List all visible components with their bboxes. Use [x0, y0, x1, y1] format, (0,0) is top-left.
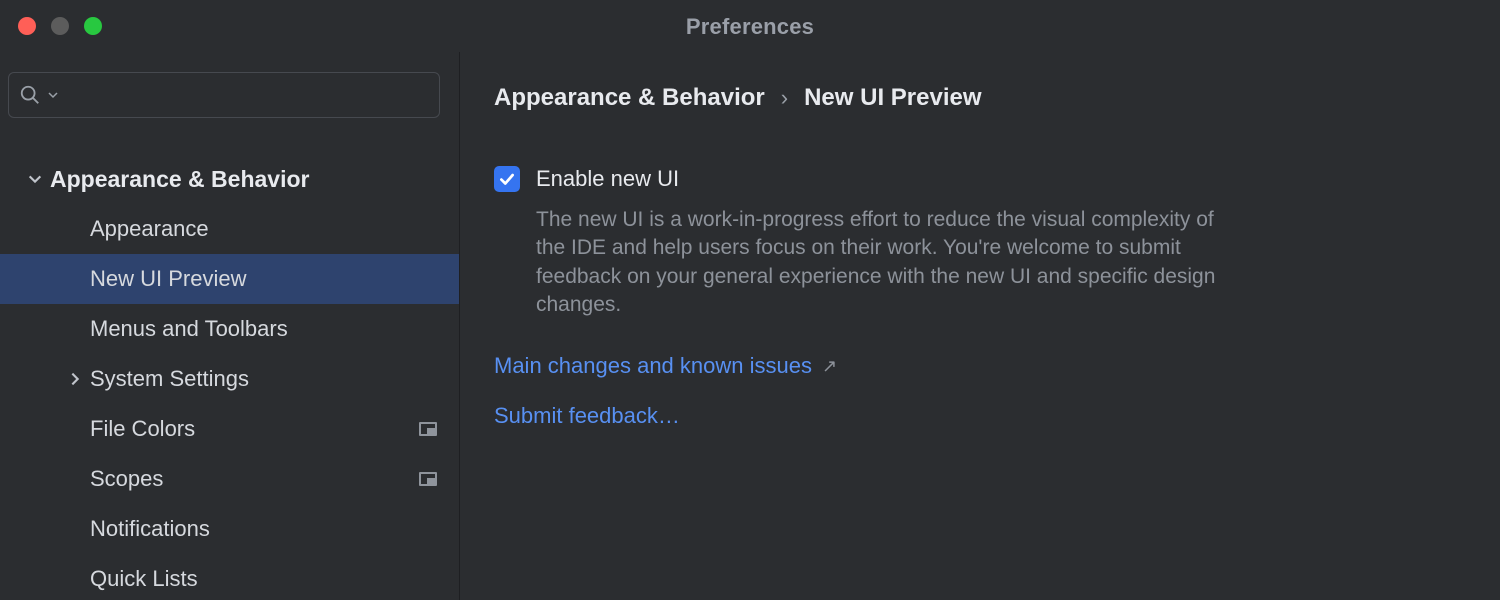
chevron-right-icon [60, 371, 90, 387]
project-scope-icon [419, 472, 437, 486]
search-history-chevron-icon[interactable] [47, 89, 59, 101]
enable-new-ui-label: Enable new UI [536, 166, 679, 192]
search-input[interactable] [65, 84, 429, 107]
tree-item-label: System Settings [90, 366, 249, 392]
tree-item-label: Scopes [90, 466, 163, 492]
tree-item-label: Menus and Toolbars [90, 316, 288, 342]
tree-item-menus-toolbars[interactable]: Menus and Toolbars [0, 304, 459, 354]
setting-description: The new UI is a work-in-progress effort … [536, 206, 1236, 319]
tree-item-system-settings[interactable]: System Settings [0, 354, 459, 404]
chevron-down-icon [20, 171, 50, 187]
tree-item-label: New UI Preview [90, 266, 246, 292]
search-icon [19, 84, 41, 106]
enable-new-ui-row[interactable]: Enable new UI [494, 166, 1466, 192]
submit-feedback-link-row[interactable]: Submit feedback… [494, 403, 1466, 429]
tree-item-label: Appearance [90, 216, 209, 242]
breadcrumb-current: New UI Preview [804, 84, 981, 112]
titlebar: Preferences [0, 0, 1500, 52]
tree-category-appearance-behavior[interactable]: Appearance & Behavior [0, 154, 459, 204]
window-title: Preferences [686, 14, 814, 40]
breadcrumb: Appearance & Behavior › New UI Preview [494, 84, 1466, 112]
close-window-button[interactable] [18, 17, 36, 35]
tree-category-label: Appearance & Behavior [50, 166, 309, 193]
main-changes-link-row[interactable]: Main changes and known issues ↗ [494, 353, 1466, 379]
window-controls [0, 17, 102, 35]
search-field[interactable] [8, 72, 440, 118]
zoom-window-button[interactable] [84, 17, 102, 35]
submit-feedback-link[interactable]: Submit feedback… [494, 403, 680, 429]
tree-item-notifications[interactable]: Notifications [0, 504, 459, 554]
tree-item-label: Quick Lists [90, 566, 198, 592]
enable-new-ui-checkbox[interactable] [494, 166, 520, 192]
external-link-icon: ↗ [822, 356, 837, 377]
tree-item-scopes[interactable]: Scopes [0, 454, 459, 504]
settings-content: Appearance & Behavior › New UI Preview E… [460, 52, 1500, 600]
project-scope-icon [419, 422, 437, 436]
main-changes-link[interactable]: Main changes and known issues [494, 353, 812, 379]
minimize-window-button[interactable] [51, 17, 69, 35]
tree-item-appearance[interactable]: Appearance [0, 204, 459, 254]
tree-item-label: Notifications [90, 516, 210, 542]
tree-item-file-colors[interactable]: File Colors [0, 404, 459, 454]
tree-item-quick-lists[interactable]: Quick Lists [0, 554, 459, 600]
tree-item-new-ui-preview[interactable]: New UI Preview [0, 254, 459, 304]
breadcrumb-parent: Appearance & Behavior [494, 84, 765, 112]
tree-item-label: File Colors [90, 416, 195, 442]
settings-tree: Appearance & Behavior Appearance New UI … [0, 136, 459, 600]
chevron-right-icon: › [781, 85, 788, 111]
settings-sidebar: Appearance & Behavior Appearance New UI … [0, 52, 460, 600]
